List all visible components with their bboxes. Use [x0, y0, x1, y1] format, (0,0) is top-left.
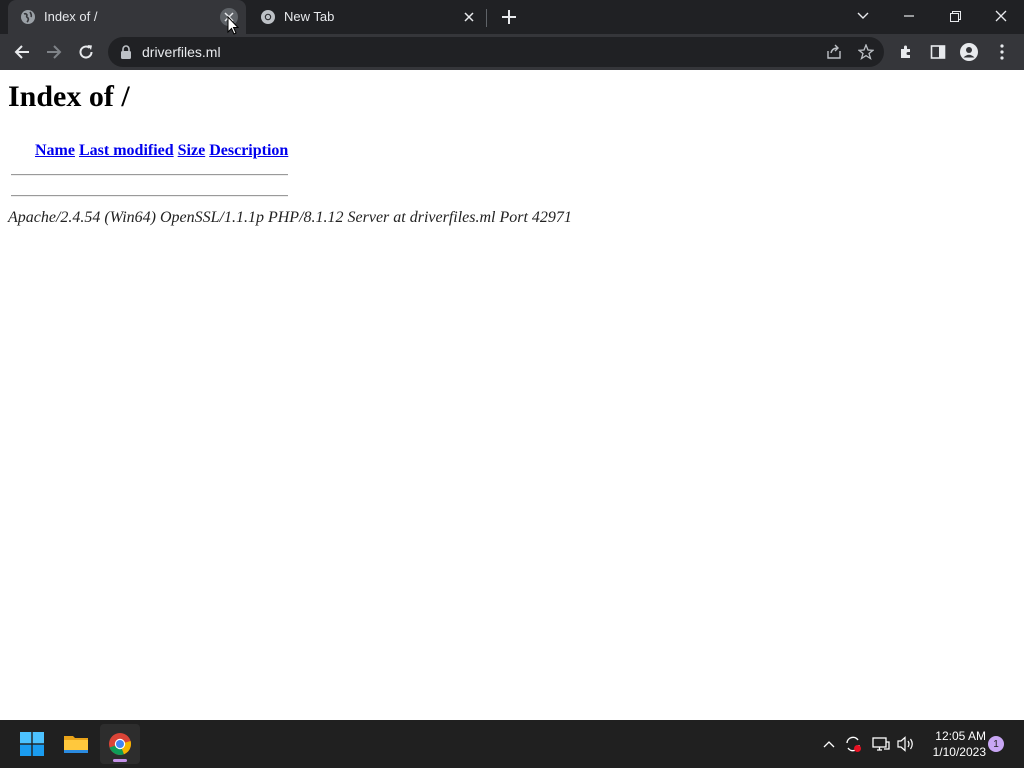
globe-icon	[20, 9, 36, 25]
address-bar[interactable]: driverfiles.ml	[108, 37, 884, 67]
restore-button[interactable]	[932, 0, 978, 32]
tab-title: New Tab	[284, 9, 335, 24]
plus-icon	[502, 10, 516, 24]
chrome-icon	[109, 733, 132, 755]
minimize-button[interactable]	[886, 0, 932, 32]
taskbar: 12:05 AM 1/10/2023 1	[0, 720, 1024, 768]
tab-title: Index of /	[44, 9, 98, 24]
chrome-taskbar-button[interactable]	[100, 724, 140, 764]
tab-index-of[interactable]: Index of /	[8, 0, 246, 34]
server-signature: Apache/2.4.54 (Win64) OpenSSL/1.1.1p PHP…	[8, 209, 572, 226]
arrow-right-icon	[47, 45, 62, 59]
divider	[11, 195, 288, 197]
sort-by-name-link[interactable]: Name	[35, 142, 75, 159]
arrow-left-icon	[14, 45, 29, 59]
minimize-icon	[904, 15, 914, 17]
listing-header: Name Last modified Size Description	[35, 142, 288, 160]
menu-kebab-icon[interactable]	[993, 43, 1011, 61]
restore-icon	[949, 10, 961, 22]
reload-button[interactable]	[73, 39, 99, 65]
file-explorer-button[interactable]	[56, 724, 96, 764]
chevron-down-icon	[857, 12, 869, 19]
mouse-cursor-icon	[227, 15, 240, 40]
start-button[interactable]	[12, 724, 52, 764]
clock-time: 12:05 AM	[935, 729, 986, 743]
back-button[interactable]	[9, 39, 35, 65]
close-window-button[interactable]	[978, 0, 1024, 32]
page-title: Index of /	[8, 80, 130, 113]
start-icon	[20, 732, 44, 756]
bookmark-star-icon[interactable]	[857, 43, 875, 61]
chevron-up-icon[interactable]	[819, 734, 839, 754]
close-icon[interactable]	[460, 8, 478, 26]
network-icon[interactable]	[871, 734, 891, 754]
reload-icon	[79, 45, 93, 59]
forward-button[interactable]	[41, 39, 67, 65]
close-icon	[995, 10, 1007, 22]
sort-by-size-link[interactable]: Size	[178, 142, 206, 159]
tab-strip: Index of / New Tab	[0, 0, 1024, 34]
extensions-icon[interactable]	[897, 43, 915, 61]
url-text: driverfiles.ml	[142, 44, 221, 60]
sort-by-last-modified-link[interactable]: Last modified	[79, 142, 174, 159]
sync-icon[interactable]	[843, 734, 863, 754]
active-app-indicator	[113, 759, 127, 762]
profile-icon[interactable]	[960, 43, 978, 61]
tab-new-tab[interactable]: New Tab	[248, 0, 486, 34]
tab-search-button[interactable]	[840, 0, 886, 32]
page-content: Index of / Name Last modified Size Descr…	[0, 70, 1024, 720]
file-explorer-icon	[64, 736, 88, 753]
side-panel-icon[interactable]	[929, 43, 947, 61]
divider	[11, 174, 288, 176]
clock-date: 1/10/2023	[932, 745, 986, 759]
chrome-icon	[260, 9, 276, 25]
sort-by-description-link[interactable]: Description	[209, 142, 288, 159]
new-tab-button[interactable]	[498, 6, 520, 28]
notification-badge[interactable]: 1	[988, 736, 1004, 752]
lock-icon[interactable]	[120, 45, 132, 64]
volume-icon[interactable]	[896, 734, 916, 754]
tab-separator	[486, 9, 487, 27]
share-icon[interactable]	[826, 44, 842, 60]
system-clock[interactable]: 12:05 AM 1/10/2023	[922, 728, 986, 760]
browser-toolbar: driverfiles.ml	[0, 34, 1024, 70]
